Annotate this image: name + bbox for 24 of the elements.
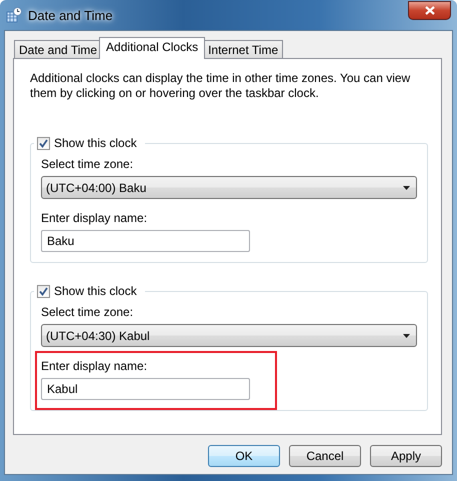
tab[interactable]: Internet Time <box>203 40 284 59</box>
close-button[interactable] <box>408 0 451 20</box>
dialog-button[interactable]: OK <box>208 445 280 467</box>
close-icon <box>424 6 434 14</box>
window-title: Date and Time <box>28 8 113 22</box>
display-name-field[interactable]: Baku <box>41 230 250 252</box>
checkbox[interactable] <box>37 284 50 298</box>
dialog-button[interactable]: Cancel <box>289 445 361 467</box>
field-label: Enter display name: <box>41 359 148 374</box>
field-label: Select time zone: <box>41 157 134 172</box>
caret-icon <box>403 186 410 190</box>
field-label: Enter display name: <box>41 211 148 226</box>
time-zone-dropdown[interactable]: (UTC+04:30) Kabul <box>41 324 417 347</box>
checkbox-label: Show this clock <box>54 136 137 150</box>
field-label: Select time zone: <box>41 305 134 320</box>
time-zone-dropdown[interactable]: (UTC+04:00) Baku <box>41 176 417 199</box>
description-text: Additional clocks can display the time in other time zones. You can view them by clicking on or hovering over the taskbar clock. <box>30 71 412 101</box>
calendar-clock-icon <box>6 7 22 23</box>
caret-icon <box>403 334 410 338</box>
dialog-button[interactable]: Apply <box>370 445 442 467</box>
checkbox[interactable] <box>37 136 50 150</box>
display-name-field[interactable]: Kabul <box>41 378 250 400</box>
tab[interactable]: Additional Clocks <box>99 37 206 59</box>
checkbox-label: Show this clock <box>54 284 137 298</box>
